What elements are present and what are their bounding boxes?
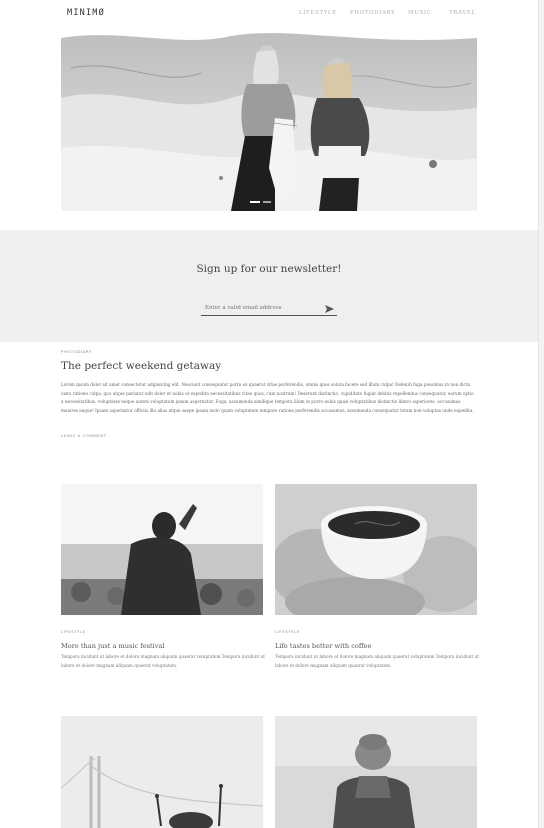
slide-dot-active[interactable]	[250, 201, 260, 203]
newsletter-title: Sign up for our newsletter!	[196, 263, 342, 275]
post-category[interactable]: LIFESTYLE	[61, 629, 86, 634]
post-image-bridge[interactable]	[61, 716, 263, 828]
nav-music[interactable]: MUSIC	[408, 10, 431, 16]
post-excerpt: Tempora incidunt ut labore et dolore mag…	[275, 654, 479, 668]
nav-lifestyle[interactable]: LIFESTYLE	[299, 10, 337, 16]
site-logo[interactable]: MINIMØ	[67, 8, 105, 18]
post-title[interactable]: Life tastes better with coffee	[275, 642, 371, 650]
featured-body: Lorem ipsum dolor sit amet consectetur a…	[61, 382, 474, 413]
post-image-festival[interactable]	[61, 484, 263, 615]
post-title[interactable]: More than just a music festival	[61, 642, 165, 650]
hero-image	[61, 28, 477, 211]
post-image-traveler[interactable]	[275, 716, 477, 828]
hero-slider[interactable]	[61, 28, 477, 211]
post-excerpt: Tempora incidunt ut labore et dolore mag…	[61, 654, 265, 668]
email-input[interactable]	[201, 303, 330, 313]
featured-title[interactable]: The perfect weekend getaway	[61, 360, 221, 372]
nav-photodiary[interactable]: PHOTODIARY	[350, 10, 395, 16]
featured-category[interactable]: PHOTODIARY	[61, 349, 92, 354]
post-image-coffee[interactable]	[275, 484, 477, 615]
leave-comment-link[interactable]: LEAVE A COMMENT	[61, 433, 107, 438]
slide-dot[interactable]	[263, 201, 271, 203]
send-icon[interactable]	[325, 305, 334, 313]
post-category[interactable]: LIFESTYLE	[275, 629, 300, 634]
email-underline	[201, 315, 337, 316]
newsletter-section: Sign up for our newsletter!	[0, 230, 538, 342]
page-scrollbar-edge	[538, 0, 544, 828]
nav-travel[interactable]: TRAVEL	[449, 10, 476, 16]
